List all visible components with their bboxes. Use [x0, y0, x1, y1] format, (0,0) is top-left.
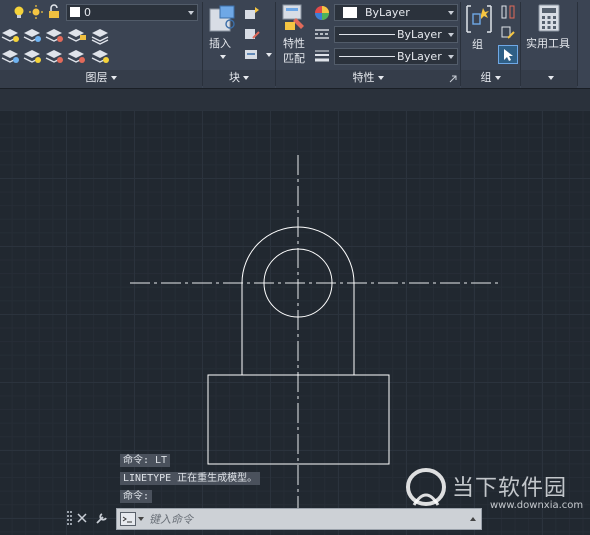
groups-panel-titlebar[interactable]: 组: [461, 70, 520, 88]
linetype-preview: [339, 34, 395, 35]
groups-panel: 组 组: [461, 0, 520, 88]
group-selection-icon[interactable]: [498, 45, 518, 64]
layer-tools-icons[interactable]: [0, 25, 202, 67]
layers-panel-title: 图层: [85, 71, 108, 84]
create-block-icon[interactable]: [243, 5, 261, 21]
autocad-window: 0 图层 插入 块 特性 匹配 ByLayer ByLayer ByLayer …: [0, 0, 590, 535]
chevron-down-icon: [448, 11, 454, 15]
lineweight-combo[interactable]: ByLayer: [334, 48, 458, 65]
command-history-line-3: 命令:: [120, 490, 153, 503]
chevron-down-icon: [448, 33, 454, 37]
utilities-panel-titlebar[interactable]: [521, 70, 577, 88]
lineweight-combo-value: ByLayer: [397, 50, 442, 63]
lineweight-preview: [339, 56, 395, 57]
edit-block-icon[interactable]: [243, 26, 261, 42]
command-history-line-1: 命令: LT: [120, 454, 171, 467]
block-panel: 插入 块: [203, 0, 275, 88]
match-properties-icon[interactable]: [282, 4, 308, 32]
close-icon[interactable]: [77, 513, 87, 523]
layer-combo[interactable]: 0: [66, 4, 198, 21]
ribbon-overflow: [578, 0, 590, 88]
chevron-down-icon: [110, 76, 117, 80]
block-panel-titlebar[interactable]: 块: [203, 70, 275, 88]
color-swatch: [343, 7, 357, 18]
viewport-header: [0, 88, 590, 110]
color-combo[interactable]: ByLayer: [334, 4, 458, 21]
watermark-logo-icon: [406, 468, 446, 506]
lock-open-icon[interactable]: [47, 4, 61, 19]
calculator-icon: [538, 4, 560, 32]
utilities-label: 实用工具: [526, 37, 570, 50]
wrench-icon[interactable]: [95, 511, 109, 525]
bulb-icon[interactable]: [12, 5, 26, 19]
command-prompt-icon[interactable]: [120, 512, 136, 526]
group-label[interactable]: 组: [472, 38, 483, 51]
match-properties-label-2[interactable]: 匹配: [283, 52, 305, 65]
match-properties-label-1[interactable]: 特性: [283, 37, 305, 50]
ribbon: 0 图层 插入 块 特性 匹配 ByLayer ByLayer ByLayer …: [0, 0, 590, 88]
block-panel-title: 块: [229, 71, 240, 84]
sun-icon[interactable]: [29, 5, 43, 19]
linetype-combo-value: ByLayer: [397, 28, 442, 41]
grip-handle-icon[interactable]: [67, 511, 73, 527]
chevron-down-icon[interactable]: [220, 55, 226, 59]
watermark-url: www.downxia.com: [490, 500, 584, 511]
dialog-launcher-icon[interactable]: [449, 75, 457, 83]
layers-panel-titlebar[interactable]: 图层: [0, 70, 202, 88]
properties-panel-titlebar[interactable]: 特性: [276, 70, 460, 88]
chevron-down-icon: [377, 76, 384, 80]
chevron-down-icon: [547, 76, 554, 80]
command-history-line-2: LINETYPE 正在重生成模型。: [120, 472, 261, 485]
group-edit-icon[interactable]: [500, 25, 516, 41]
linetype-icon[interactable]: [314, 27, 330, 41]
layer-color-swatch: [70, 7, 80, 17]
properties-panel-title: 特性: [352, 71, 375, 84]
linetype-combo[interactable]: ByLayer: [334, 26, 458, 43]
block-attribute-icon[interactable]: [243, 46, 261, 62]
groups-panel-title: 组: [480, 71, 492, 84]
ungroup-icon[interactable]: [500, 4, 516, 20]
layers-panel: 0 图层: [0, 0, 202, 88]
chevron-down-icon: [448, 55, 454, 59]
lineweight-icon[interactable]: [314, 48, 330, 62]
chevron-down-icon: [188, 11, 194, 15]
chevron-down-icon: [494, 76, 501, 80]
chevron-up-icon[interactable]: [470, 517, 476, 521]
insert-label[interactable]: 插入: [209, 37, 231, 50]
insert-block-icon[interactable]: [208, 4, 238, 34]
color-wheel-icon[interactable]: [314, 5, 330, 21]
group-icon[interactable]: [465, 4, 493, 34]
chevron-down-icon: [243, 76, 249, 80]
watermark-text: 当下软件园: [452, 476, 568, 501]
chevron-down-icon[interactable]: [138, 517, 144, 521]
utilities-panel[interactable]: 实用工具: [521, 0, 577, 88]
color-combo-value: ByLayer: [365, 6, 410, 19]
properties-panel: 特性 匹配 ByLayer ByLayer ByLayer 特性: [276, 0, 460, 88]
chevron-down-icon[interactable]: [266, 53, 272, 57]
layer-combo-value: 0: [84, 6, 91, 19]
